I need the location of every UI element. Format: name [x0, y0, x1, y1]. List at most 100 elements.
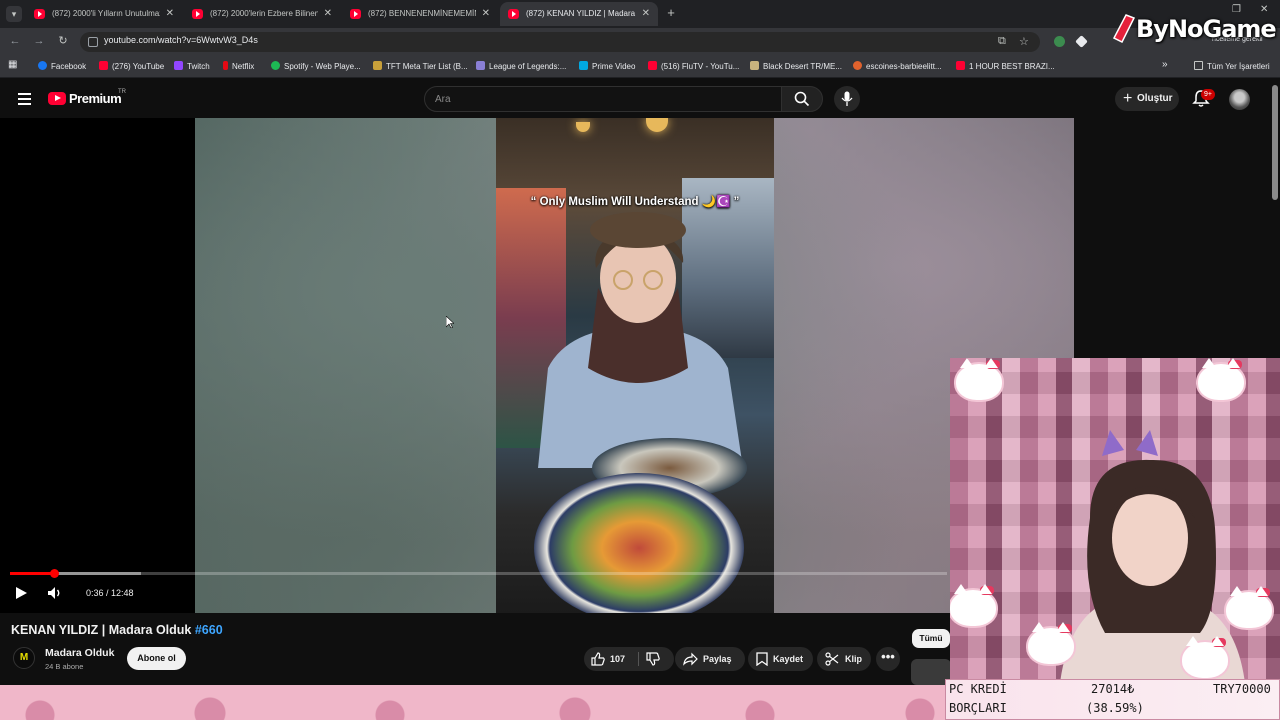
tab-search-button[interactable]: ▾ — [6, 6, 22, 22]
bookmark-item[interactable]: Facebook — [38, 61, 86, 71]
progress-played — [10, 572, 55, 575]
hello-kitty-overlay-band — [0, 685, 950, 720]
spotify-icon — [271, 61, 280, 70]
close-tab-icon[interactable]: ✕ — [482, 2, 490, 26]
close-tab-icon[interactable]: ✕ — [642, 2, 650, 26]
browser-tab[interactable]: (872) 2000'li Yılların Unutulmaz ✕ — [26, 2, 182, 26]
youtube-header: Premium TR + Oluştur 9+ — [0, 80, 1280, 118]
video-frame[interactable] — [496, 118, 774, 613]
browser-tab[interactable]: (872) BENNENENMİNEMEMİM ✕ — [342, 2, 498, 26]
lamp-shape — [646, 118, 668, 132]
extension-shield-icon[interactable] — [1054, 36, 1065, 47]
bookmark-item[interactable]: (276) YouTube — [99, 61, 164, 71]
close-tab-icon[interactable]: ✕ — [166, 2, 174, 26]
person-figure — [538, 212, 743, 468]
browser-tab[interactable]: (872) 2000'lerin Ezbere Bilinen ✕ — [184, 2, 340, 26]
create-button[interactable]: + Oluştur — [1115, 87, 1179, 111]
url-text[interactable]: youtube.com/watch?v=6WwtvW3_D4s — [104, 35, 258, 45]
back-arrow-icon[interactable]: ← — [8, 34, 22, 48]
bookmark-item[interactable]: 1 HOUR BEST BRAZI... — [956, 61, 1055, 71]
hello-kitty-icon — [950, 584, 996, 626]
extension-diamond-icon[interactable] — [1075, 35, 1088, 48]
watermark-text: ByNoGame — [1136, 15, 1277, 43]
close-tab-icon[interactable]: ✕ — [324, 2, 332, 26]
site-info-icon[interactable] — [88, 37, 98, 47]
play-icon[interactable] — [14, 586, 28, 600]
video-caption-text: “ Only Muslim Will Understand 🌙☪️ ” — [530, 196, 740, 208]
lamp-shape — [576, 122, 590, 132]
youtube-favicon-icon — [192, 9, 203, 19]
hashtag-link[interactable]: #660 — [195, 623, 223, 637]
youtube-icon — [648, 61, 657, 70]
voice-search-button[interactable] — [834, 86, 860, 112]
bookmark-item[interactable]: Netflix — [223, 61, 254, 71]
tab-title: (872) 2000'lerin Ezbere Bilinen — [210, 9, 318, 18]
reload-icon[interactable]: ↻ — [56, 34, 70, 48]
search-input[interactable] — [425, 87, 781, 111]
counter-percent: (38.59%) — [1086, 701, 1144, 715]
page-scrollbar[interactable] — [1272, 85, 1278, 200]
bookmark-item[interactable]: (516) FluTV - YouTu... — [648, 61, 739, 71]
search-box[interactable] — [424, 86, 782, 112]
channel-avatar[interactable]: M — [13, 647, 35, 669]
bookmark-item[interactable]: Twitch — [174, 61, 210, 71]
mouse-cursor-icon — [446, 316, 454, 328]
search-button[interactable] — [781, 86, 823, 112]
channel-name[interactable]: Madara Olduk — [45, 647, 114, 659]
bookmark-item[interactable]: Spotify - Web Playe... — [271, 61, 361, 71]
more-bookmarks-icon[interactable]: » — [1162, 59, 1168, 70]
bookmark-item[interactable]: League of Legends:... — [476, 61, 566, 71]
video-player[interactable]: “ Only Muslim Will Understand 🌙☪️ ” 0:36… — [0, 118, 1074, 613]
account-avatar[interactable] — [1229, 89, 1250, 110]
league-icon — [476, 61, 485, 70]
netflix-icon — [223, 61, 228, 70]
hello-kitty-icon — [1226, 586, 1272, 628]
subscribe-button[interactable]: Abone ol — [127, 647, 186, 670]
install-app-icon[interactable]: ⧉ — [998, 35, 1006, 48]
cat-ear-headband-icon — [1102, 430, 1158, 456]
prime-video-icon — [579, 61, 588, 70]
notification-count-badge: 9+ — [1201, 89, 1215, 100]
clip-button[interactable]: Klip — [817, 647, 871, 671]
like-divider — [638, 652, 639, 666]
youtube-premium-logo[interactable]: Premium — [69, 91, 122, 106]
like-thumb-icon[interactable] — [591, 652, 605, 666]
hello-kitty-icon — [1028, 622, 1074, 664]
bookmark-item[interactable]: escoines-barbieelitt... — [853, 61, 942, 71]
bookmark-item[interactable]: Black Desert TR/ME... — [750, 61, 842, 71]
bookmark-star-icon[interactable]: ☆ — [1019, 35, 1029, 48]
forward-arrow-icon[interactable]: → — [32, 34, 46, 48]
dislike-thumb-icon[interactable] — [646, 652, 660, 666]
bookmark-item[interactable]: Prime Video — [579, 61, 635, 71]
bookmarks-bar: ▦ Facebook (276) YouTube Twitch Netflix … — [0, 56, 1280, 78]
all-bookmarks-folder[interactable]: Tüm Yer İşaretleri — [1194, 61, 1270, 71]
address-bar[interactable]: youtube.com/watch?v=6WwtvW3_D4s ⧉ ☆ — [80, 32, 1040, 52]
browser-tab-active[interactable]: (872) KENAN YILDIZ | Madara O ✕ — [500, 2, 658, 26]
save-button[interactable]: Kaydet — [748, 647, 813, 671]
menu-icon[interactable] — [18, 93, 31, 105]
bookmark-icon — [756, 652, 768, 666]
facebook-icon — [38, 61, 47, 70]
tft-icon — [373, 61, 382, 70]
filter-chip-all[interactable]: Tümü — [912, 629, 950, 648]
youtube-favicon-icon — [34, 9, 45, 19]
video-progress-bar[interactable] — [10, 569, 947, 578]
apps-grid-icon[interactable]: ▦ — [8, 59, 17, 70]
new-tab-button[interactable]: + — [664, 4, 678, 22]
scissors-icon — [825, 652, 839, 666]
black-desert-icon — [750, 61, 759, 70]
youtube-logo-icon[interactable] — [48, 92, 66, 105]
volume-icon[interactable] — [47, 586, 63, 600]
save-label: Kaydet — [773, 654, 804, 664]
tab-title: (872) BENNENENMİNEMEMİM — [368, 9, 476, 18]
share-button[interactable]: Paylaş — [675, 647, 745, 671]
video-title: KENAN YILDIZ | Madara Olduk #660 — [11, 623, 223, 637]
bookmark-item[interactable]: TFT Meta Tier List (B... — [373, 61, 468, 71]
more-actions-button[interactable]: ••• — [876, 647, 900, 671]
hello-kitty-icon — [956, 358, 1002, 400]
progress-scrubber-handle[interactable] — [50, 569, 60, 578]
streamer-webcam-overlay — [950, 358, 1280, 680]
like-count[interactable]: 107 — [610, 647, 625, 671]
hello-kitty-icon — [1182, 636, 1228, 678]
site-icon — [853, 61, 862, 70]
